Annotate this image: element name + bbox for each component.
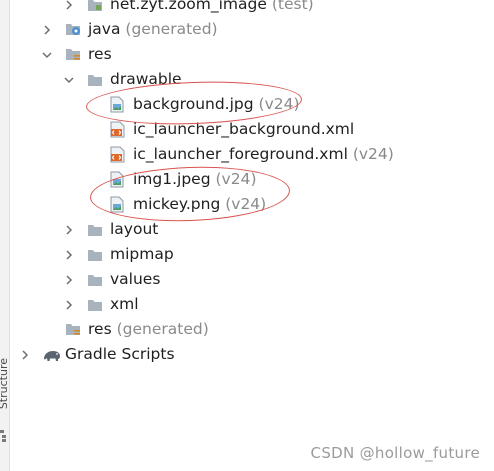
tree-node-label: background.jpg (v24) (133, 95, 300, 113)
watermark: CSDN @hollow_future (310, 444, 480, 462)
folder-icon (86, 67, 104, 92)
tree-node-label: res (88, 45, 112, 63)
image-file-icon (108, 192, 126, 217)
tree-node-values[interactable]: values (0, 267, 494, 292)
tree-node-label: xml (110, 295, 139, 313)
chevron-right-icon[interactable] (18, 342, 32, 367)
tree-node-label: res (generated) (88, 320, 209, 338)
tree-node-res-generated[interactable]: res (generated) (0, 317, 494, 342)
tree-node-label: net.zyt.zoom_image (test) (110, 0, 314, 13)
xml-file-icon (108, 142, 126, 167)
folder-icon (86, 0, 104, 17)
tree-node-res[interactable]: res (0, 42, 494, 67)
gradle-elephant-icon (41, 342, 63, 367)
resource-folder-icon (64, 317, 82, 342)
folder-icon (86, 267, 104, 292)
tree-node-img1-jpeg[interactable]: img1.jpeg (v24) (0, 167, 494, 192)
generated-folder-icon (64, 17, 82, 42)
chevron-right-icon[interactable] (62, 292, 76, 317)
tree-node-label: layout (110, 220, 159, 238)
chevron-down-icon[interactable] (40, 42, 54, 67)
tree-node-label: img1.jpeg (v24) (133, 170, 257, 188)
chevron-right-icon[interactable] (62, 267, 76, 292)
chevron-right-icon[interactable] (62, 217, 76, 242)
tree-node-layout[interactable]: layout (0, 217, 494, 242)
folder-icon (86, 292, 104, 317)
folder-icon (86, 217, 104, 242)
tree-node-xml[interactable]: xml (0, 292, 494, 317)
image-file-icon (108, 92, 126, 117)
xml-file-icon (108, 117, 126, 142)
resource-folder-icon (64, 42, 82, 67)
tree-node-label: drawable (110, 70, 182, 88)
tree-node-background-jpg[interactable]: background.jpg (v24) (0, 92, 494, 117)
tree-node-label: java (generated) (88, 20, 218, 38)
tree-node-ic-launcher-background[interactable]: ic_launcher_background.xml (0, 117, 494, 142)
tree-node-label: ic_launcher_background.xml (133, 120, 355, 138)
tree-node-label: ic_launcher_foreground.xml (v24) (133, 145, 394, 163)
project-tree: net.zyt.zoom_image (test) java (generate… (0, 0, 494, 471)
tree-node-java-generated[interactable]: java (generated) (0, 17, 494, 42)
chevron-right-icon[interactable] (62, 0, 76, 17)
tree-node-mipmap[interactable]: mipmap (0, 242, 494, 267)
tree-node-label: mickey.png (v24) (133, 195, 267, 213)
tree-node-ic-launcher-foreground[interactable]: ic_launcher_foreground.xml (v24) (0, 142, 494, 167)
chevron-right-icon[interactable] (40, 17, 54, 42)
tree-node-gradle-scripts[interactable]: Gradle Scripts (0, 342, 494, 367)
tree-node-mickey-png[interactable]: mickey.png (v24) (0, 192, 494, 217)
chevron-down-icon[interactable] (62, 67, 76, 92)
tree-node-label: values (110, 270, 161, 288)
chevron-right-icon[interactable] (62, 242, 76, 267)
tree-node-zoom-image-test[interactable]: net.zyt.zoom_image (test) (0, 0, 494, 17)
tree-node-drawable[interactable]: drawable (0, 67, 494, 92)
tree-node-label: mipmap (110, 245, 174, 263)
image-file-icon (108, 167, 126, 192)
folder-icon (86, 242, 104, 267)
tree-node-label: Gradle Scripts (65, 345, 175, 363)
